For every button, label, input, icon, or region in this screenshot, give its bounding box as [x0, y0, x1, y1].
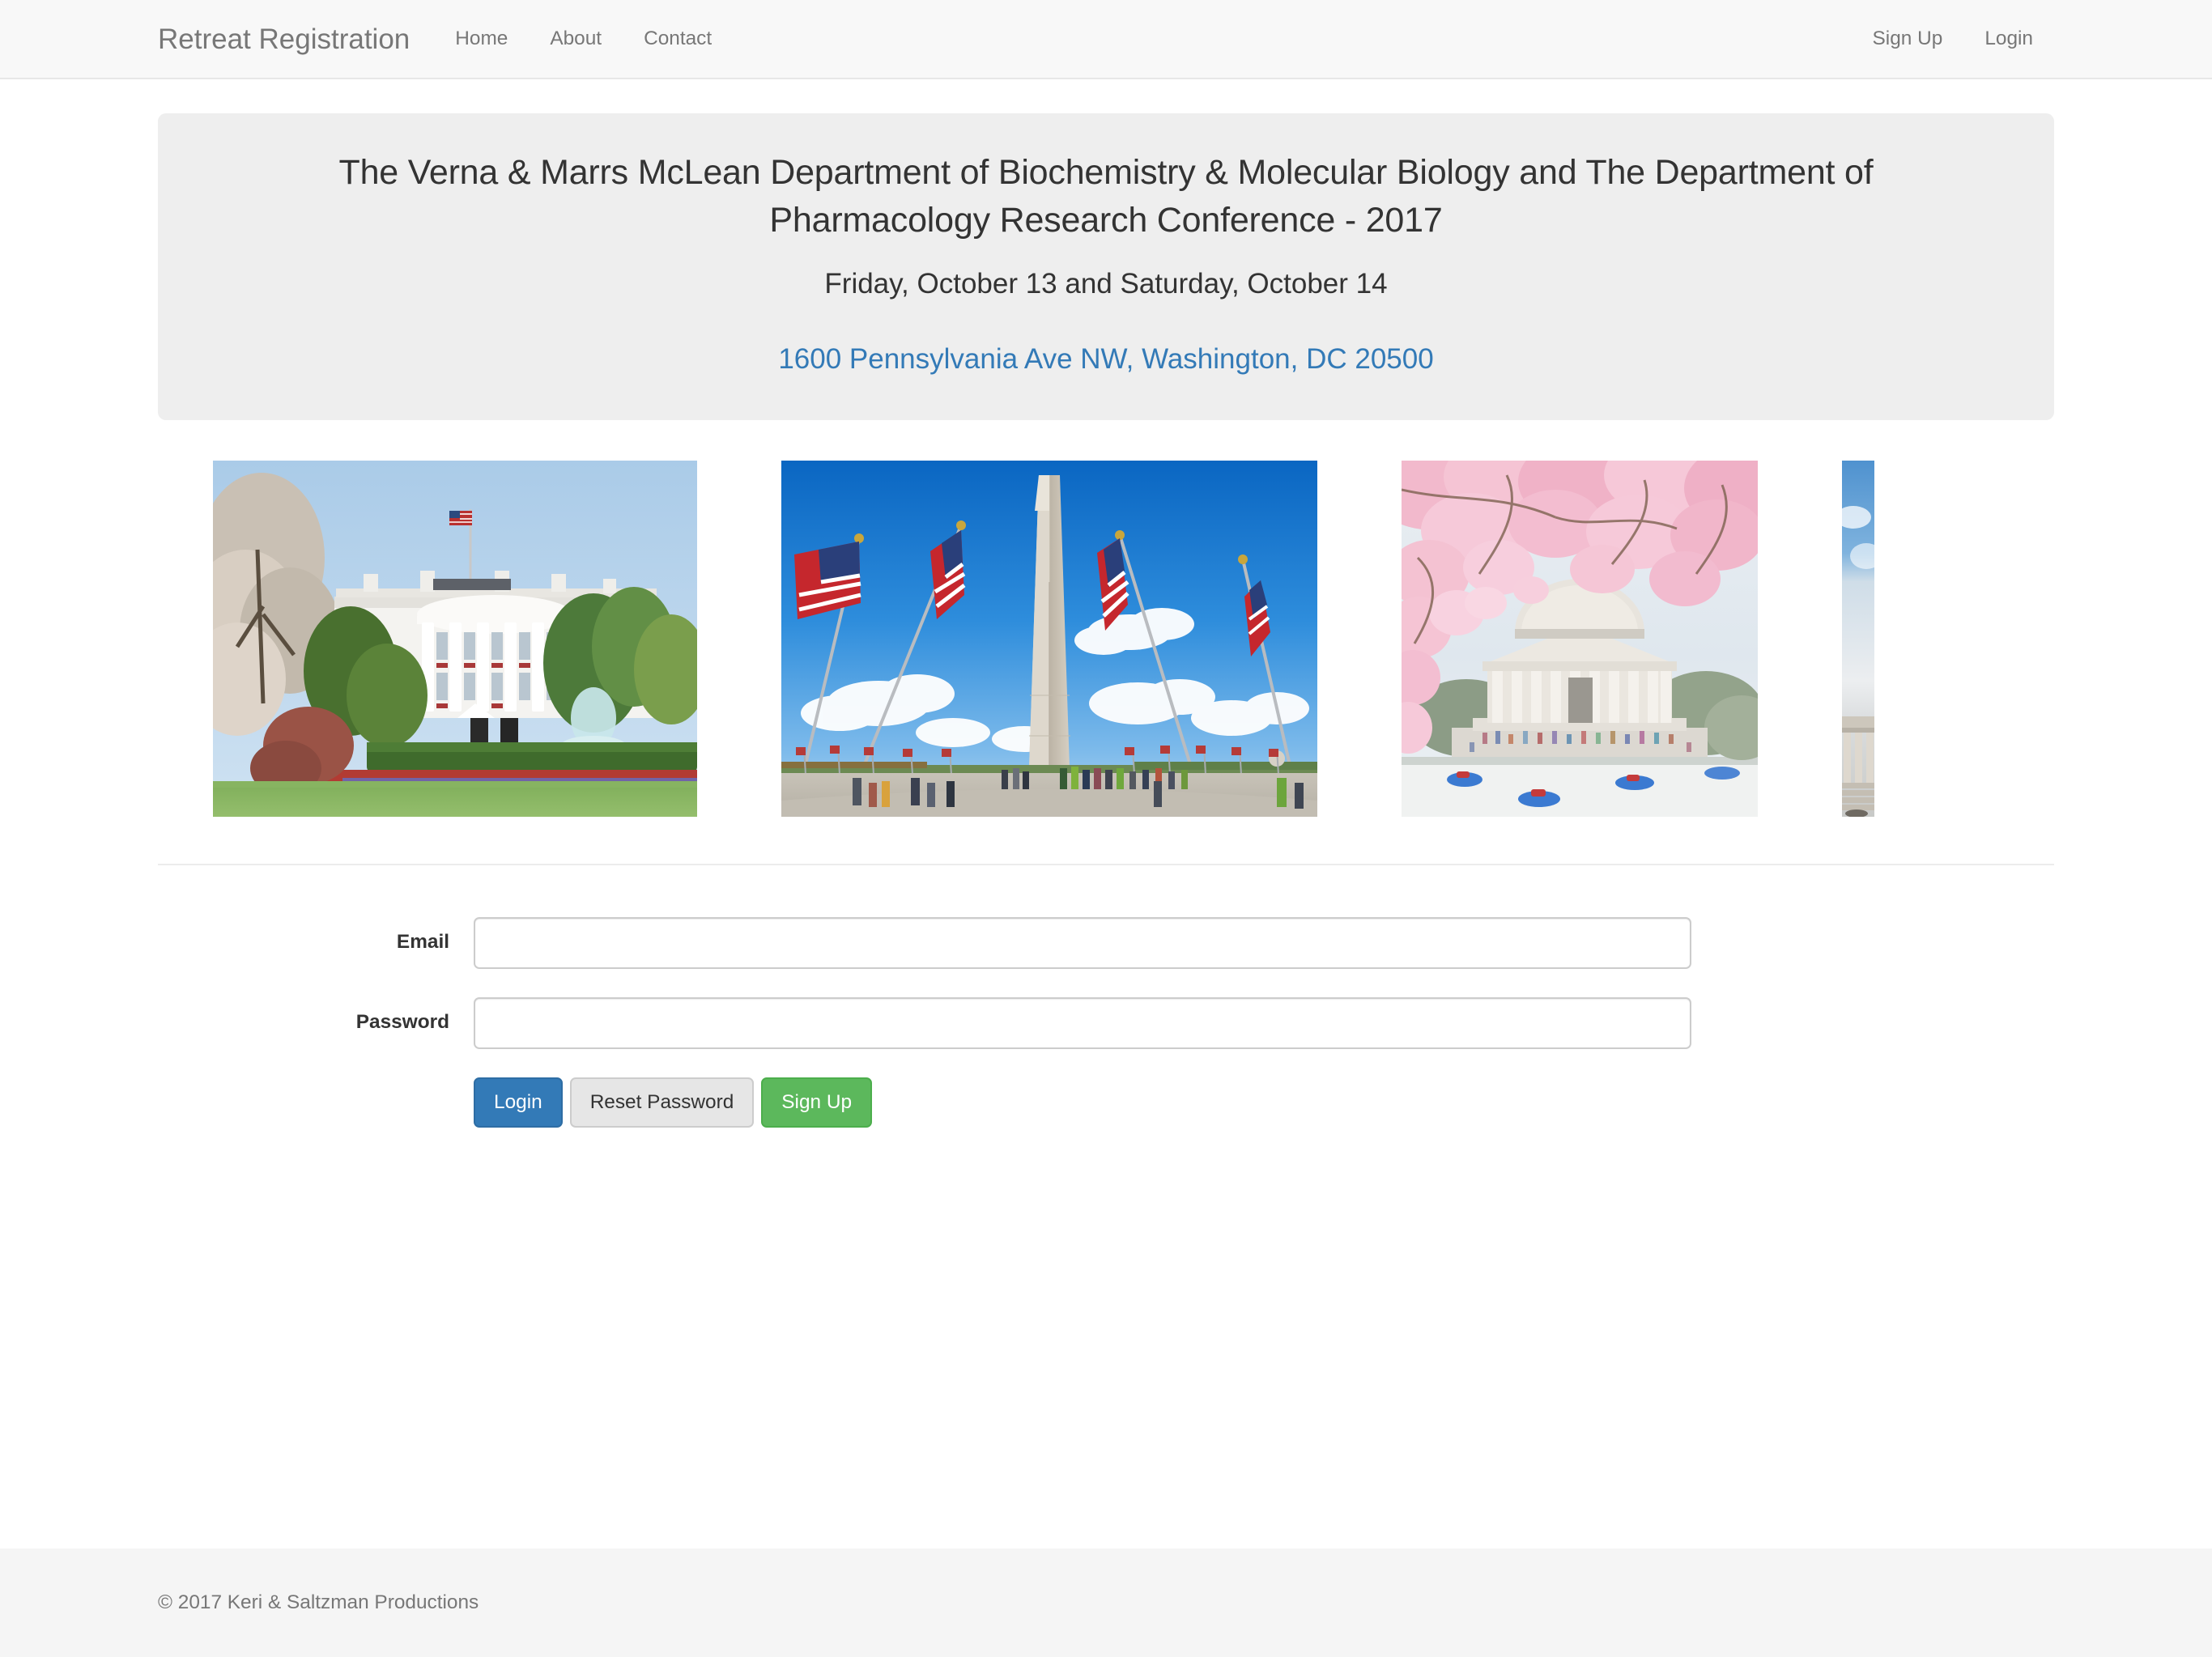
navbar-account-links: Sign Up Login	[1852, 0, 2054, 78]
lincoln-memorial-partial-image	[1842, 460, 1874, 817]
carousel-slide-white-house[interactable]	[213, 460, 697, 817]
footer-inner: © 2017 Keri & Saltzman Productions	[158, 1591, 2054, 1613]
nav-item-login[interactable]: Login	[1963, 0, 2054, 78]
image-carousel[interactable]	[158, 460, 2054, 833]
top-navbar: Retreat Registration Home About Contact …	[0, 0, 2212, 79]
conference-address: 1600 Pennsylvania Ave NW, Washington, DC…	[243, 341, 1969, 378]
section-divider	[158, 863, 2054, 865]
white-house-image	[213, 460, 697, 817]
nav-link-signup[interactable]: Sign Up	[1852, 28, 1964, 49]
carousel-track	[158, 460, 2054, 833]
navbar-primary-links: Home About Contact	[434, 0, 733, 78]
nav-item-home[interactable]: Home	[434, 0, 529, 78]
page-container: The Verna & Marrs McLean Department of B…	[158, 113, 2054, 1128]
nav-item-contact[interactable]: Contact	[623, 0, 733, 78]
navbar-brand[interactable]: Retreat Registration	[158, 25, 434, 53]
conference-dates: Friday, October 13 and Saturday, October…	[824, 267, 1388, 300]
email-label: Email	[396, 931, 449, 954]
form-actions: Login Reset Password Sign Up	[474, 1077, 2054, 1128]
navbar-inner: Retreat Registration Home About Contact …	[158, 0, 2054, 78]
nav-link-home[interactable]: Home	[434, 28, 529, 49]
nav-link-contact[interactable]: Contact	[623, 28, 733, 49]
login-button[interactable]: Login	[474, 1077, 563, 1128]
password-label: Password	[355, 1011, 449, 1034]
conference-jumbotron: The Verna & Marrs McLean Department of B…	[158, 113, 2054, 420]
conference-address-link[interactable]: 1600 Pennsylvania Ave NW, Washington, DC…	[778, 343, 1433, 375]
nav-link-login[interactable]: Login	[1963, 28, 2054, 49]
login-form: Email Password Login Reset Password Sign…	[158, 916, 2054, 1128]
reset-password-button[interactable]: Reset Password	[569, 1077, 755, 1128]
jefferson-memorial-image	[1402, 460, 1758, 817]
nav-link-about[interactable]: About	[529, 28, 623, 49]
email-form-group: Email	[158, 916, 2054, 969]
carousel-slide-jefferson-memorial[interactable]	[1402, 460, 1758, 817]
password-form-group: Password	[158, 996, 2054, 1049]
washington-monument-image	[781, 460, 1317, 817]
email-field[interactable]	[474, 916, 1691, 969]
page-footer: © 2017 Keri & Saltzman Productions	[0, 1549, 2212, 1657]
carousel-slide-partial-right[interactable]	[1842, 460, 1874, 817]
copyright-text: © 2017 Keri & Saltzman Productions	[158, 1591, 479, 1613]
carousel-slide-washington-monument[interactable]	[781, 460, 1317, 817]
password-field[interactable]	[474, 996, 1691, 1049]
nav-item-signup[interactable]: Sign Up	[1852, 0, 1964, 78]
page-title: The Verna & Marrs McLean Department of B…	[338, 153, 1874, 240]
signup-button[interactable]: Sign Up	[761, 1077, 873, 1128]
nav-item-about[interactable]: About	[529, 0, 623, 78]
